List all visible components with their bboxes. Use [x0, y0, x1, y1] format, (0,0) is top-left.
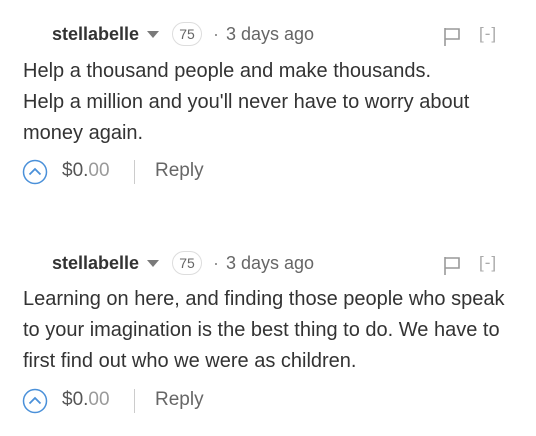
divider	[134, 389, 135, 413]
author-name[interactable]: stellabelle	[52, 253, 139, 274]
reputation-badge: 75	[172, 22, 202, 46]
divider	[134, 160, 135, 184]
comment-header: stellabelle 75 · 3 days ago [-]	[0, 249, 536, 279]
caret-down-icon[interactable]	[147, 260, 159, 267]
collapse-toggle[interactable]: [-]	[479, 24, 497, 44]
reputation-badge: 75	[172, 251, 202, 275]
author-name[interactable]: stellabelle	[52, 24, 139, 45]
collapse-toggle[interactable]: [-]	[479, 253, 497, 273]
comment-actions: $0.00 Reply	[0, 156, 536, 188]
upvote-chevron-icon[interactable]	[22, 159, 48, 185]
reply-link[interactable]: Reply	[155, 389, 204, 411]
comment-header: stellabelle 75 · 3 days ago [-]	[0, 20, 536, 50]
payout-whole: $0.	[62, 160, 89, 181]
comment-text: Help a million and you'll never have to …	[23, 91, 470, 144]
payout-cents: 00	[88, 389, 110, 410]
comment-actions: $0.00 Reply	[0, 385, 536, 417]
caret-down-icon[interactable]	[147, 31, 159, 38]
timestamp[interactable]: 3 days ago	[226, 24, 314, 45]
separator-dot: ·	[213, 24, 219, 44]
separator-dot: ·	[213, 253, 219, 273]
comment-text: Learning on here, and finding those peop…	[23, 288, 505, 372]
comment-text: Help a thousand people and make thousand…	[23, 60, 432, 82]
reply-link[interactable]: Reply	[155, 160, 204, 182]
payout-value[interactable]: $0.00	[62, 389, 110, 411]
upvote-chevron-icon[interactable]	[22, 388, 48, 414]
payout-whole: $0.	[62, 389, 89, 410]
payout-cents: 00	[88, 160, 110, 181]
comment-body: Help a thousand people and make thousand…	[23, 56, 523, 149]
flag-icon[interactable]	[443, 256, 461, 276]
payout-value[interactable]: $0.00	[62, 160, 110, 182]
flag-icon[interactable]	[443, 27, 461, 47]
timestamp[interactable]: 3 days ago	[226, 253, 314, 274]
comment-body: Learning on here, and finding those peop…	[23, 284, 523, 377]
